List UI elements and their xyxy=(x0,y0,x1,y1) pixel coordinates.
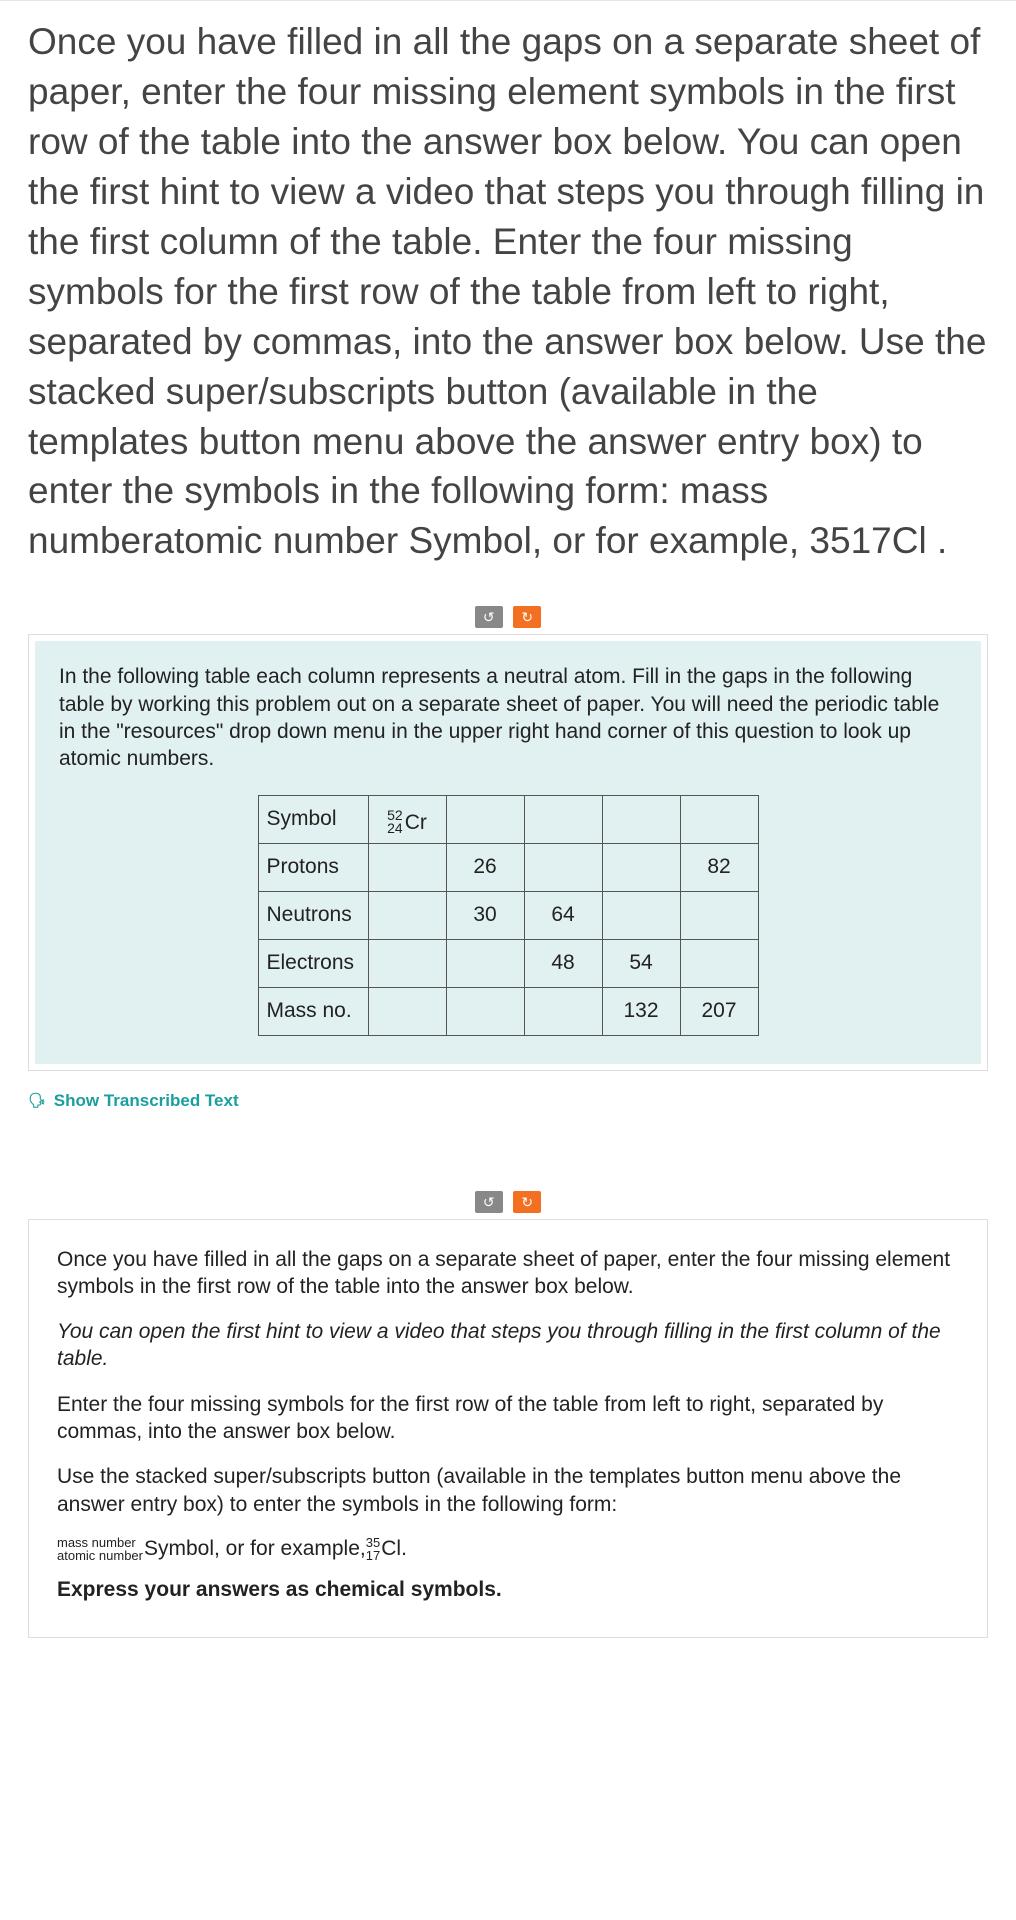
table-cell: 132 xyxy=(602,987,680,1035)
table-cell xyxy=(524,795,602,843)
row-label: Electrons xyxy=(258,939,368,987)
example-element: Cl xyxy=(381,1537,401,1561)
image-panel-2: Once you have filled in all the gaps on … xyxy=(28,1219,988,1639)
formula-example: mass number atomic number Symbol, or for… xyxy=(57,1536,959,1562)
row-label: Symbol xyxy=(258,795,368,843)
table-cell xyxy=(368,843,446,891)
row-label: Mass no. xyxy=(258,987,368,1035)
table-cell xyxy=(602,843,680,891)
table-cell xyxy=(524,843,602,891)
table-cell xyxy=(446,795,524,843)
table-row: Symbol 52 24 Cr xyxy=(258,795,758,843)
table-cell xyxy=(602,891,680,939)
show-transcribed-button[interactable]: 🗣 Show Transcribed Text xyxy=(28,1071,988,1121)
table-cell xyxy=(680,939,758,987)
table-cell xyxy=(524,987,602,1035)
table-row: Electrons 48 54 xyxy=(258,939,758,987)
example-mass: 35 xyxy=(366,1536,380,1549)
image-toolbar: ↺ ↻ xyxy=(28,596,988,634)
table-cell xyxy=(602,795,680,843)
atomic-number: 24 xyxy=(387,822,403,835)
rotate-ccw-icon[interactable]: ↺ xyxy=(475,606,503,628)
formula-mass-label: mass number xyxy=(57,1536,143,1549)
formula-period: . xyxy=(401,1537,407,1561)
symbol-cell: 52 24 Cr xyxy=(368,795,446,843)
table-cell: 207 xyxy=(680,987,758,1035)
row-label: Protons xyxy=(258,843,368,891)
atom-table: Symbol 52 24 Cr xyxy=(258,795,759,1036)
problem-instructions: In the following table each column repre… xyxy=(59,663,957,772)
table-cell xyxy=(680,795,758,843)
table-cell xyxy=(368,987,446,1035)
answer-instructions: Once you have filled in all the gaps on … xyxy=(35,1226,981,1632)
instruction-paragraph: Once you have filled in all the gaps on … xyxy=(57,1246,959,1301)
instruction-paragraph: Express your answers as chemical symbols… xyxy=(57,1576,959,1603)
problem-box: In the following table each column repre… xyxy=(35,641,981,1063)
table-cell xyxy=(368,891,446,939)
table-cell: 26 xyxy=(446,843,524,891)
image-toolbar: ↺ ↻ xyxy=(28,1181,988,1219)
rotate-cw-icon[interactable]: ↻ xyxy=(513,606,541,628)
table-cell: 64 xyxy=(524,891,602,939)
formula-mid: Symbol, or for example, xyxy=(144,1537,366,1561)
formula-atomic-label: atomic number xyxy=(57,1549,143,1562)
table-cell: 82 xyxy=(680,843,758,891)
instruction-paragraph: You can open the first hint to view a vi… xyxy=(57,1318,959,1373)
rotate-cw-icon[interactable]: ↻ xyxy=(513,1191,541,1213)
table-cell xyxy=(446,987,524,1035)
table-cell: 54 xyxy=(602,939,680,987)
element-symbol: Cr xyxy=(405,812,427,833)
example-atomic: 17 xyxy=(366,1549,380,1562)
rotate-ccw-icon[interactable]: ↺ xyxy=(475,1191,503,1213)
table-cell: 30 xyxy=(446,891,524,939)
table-row: Protons 26 82 xyxy=(258,843,758,891)
image-panel-1: In the following table each column repre… xyxy=(28,634,988,1070)
table-cell xyxy=(446,939,524,987)
table-row: Neutrons 30 64 xyxy=(258,891,758,939)
table-cell xyxy=(368,939,446,987)
table-cell xyxy=(680,891,758,939)
instruction-paragraph: Enter the four missing symbols for the f… xyxy=(57,1391,959,1446)
show-transcribed-label: Show Transcribed Text xyxy=(54,1091,239,1111)
row-label: Neutrons xyxy=(258,891,368,939)
image-section-1: ↺ ↻ In the following table each column r… xyxy=(28,596,988,1120)
image-section-2: ↺ ↻ xyxy=(28,1181,988,1219)
instruction-paragraph: Use the stacked super/subscripts button … xyxy=(57,1463,959,1518)
voice-icon: 🗣 xyxy=(28,1092,46,1109)
table-cell: 48 xyxy=(524,939,602,987)
table-row: Mass no. 132 207 xyxy=(258,987,758,1035)
question-prompt: Once you have filled in all the gaps on … xyxy=(0,0,1016,586)
